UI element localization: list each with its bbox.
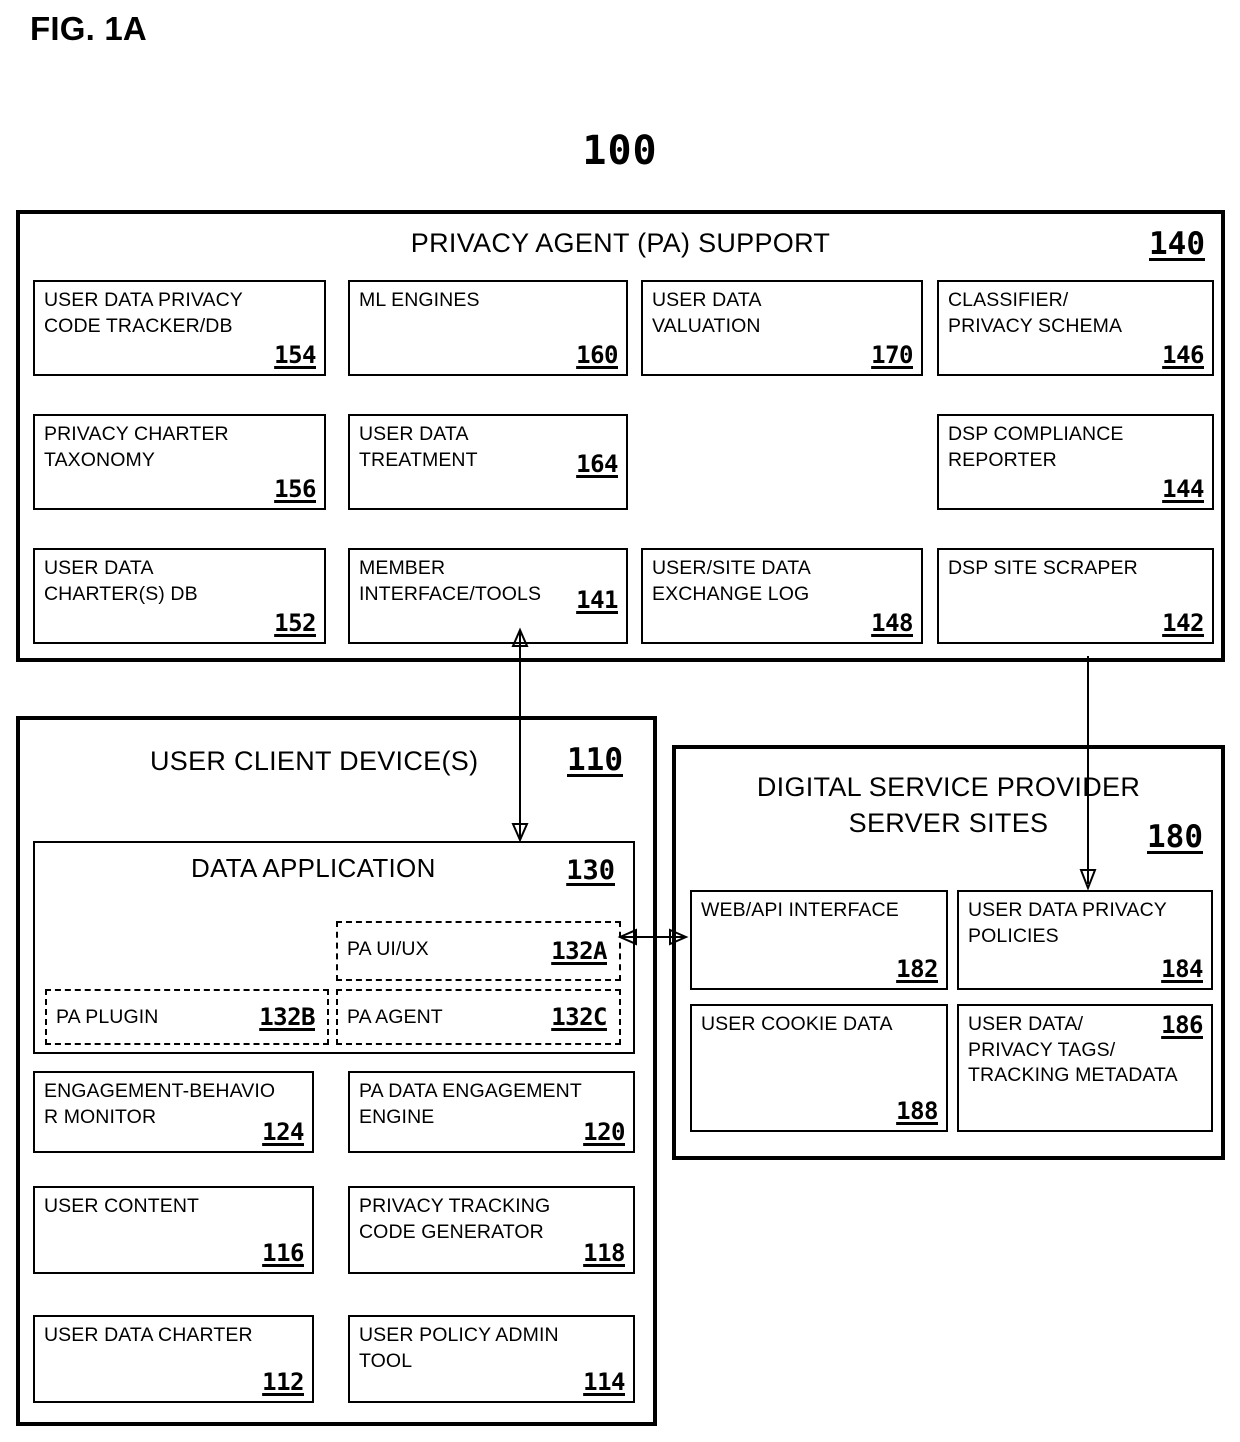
component-ref: 188 xyxy=(896,1097,938,1125)
component-ref: 120 xyxy=(583,1118,625,1146)
component-ref: 112 xyxy=(262,1368,304,1396)
component-user-policy-admin-tool[interactable]: USER POLICY ADMIN TOOL 114 xyxy=(348,1315,635,1403)
component-label: WEB/API INTERFACE xyxy=(701,899,899,921)
component-ref: 144 xyxy=(1162,475,1204,503)
component-user-site-data-exchange-log[interactable]: USER/SITE DATA EXCHANGE LOG 148 xyxy=(641,548,923,644)
user-client-device-container: USER CLIENT DEVICE(S) 110 DATA APPLICATI… xyxy=(16,716,657,1426)
component-label: USER DATA CHARTER xyxy=(44,1324,253,1346)
component-pa-plugin[interactable]: PA PLUGIN 132B xyxy=(45,989,329,1045)
component-ref: 142 xyxy=(1162,609,1204,637)
component-privacy-charter-taxonomy[interactable]: PRIVACY CHARTER TAXONOMY 156 xyxy=(33,414,326,510)
component-ref: 124 xyxy=(262,1118,304,1146)
component-ref: 132B xyxy=(259,1003,315,1031)
component-user-data-privacy-policies[interactable]: USER DATA PRIVACY POLICIES 184 xyxy=(957,890,1213,990)
component-ref: 148 xyxy=(871,609,913,637)
component-ref: 132C xyxy=(551,1003,607,1031)
component-ref: 116 xyxy=(262,1239,304,1267)
component-user-data-privacy-code-tracker-db[interactable]: USER DATA PRIVACY CODE TRACKER/DB 154 xyxy=(33,280,326,376)
component-dsp-site-scraper[interactable]: DSP SITE SCRAPER 142 xyxy=(937,548,1214,644)
component-privacy-tracking-code-generator[interactable]: PRIVACY TRACKING CODE GENERATOR 118 xyxy=(348,1186,635,1274)
component-label: ML ENGINES xyxy=(359,289,480,311)
component-engagement-behavior-monitor[interactable]: ENGAGEMENT-BEHAVIO R MONITOR 124 xyxy=(33,1071,314,1153)
data-application-container: DATA APPLICATION 130 PA UI/UX 132A PA PL… xyxy=(33,841,635,1054)
component-ref: 114 xyxy=(583,1368,625,1396)
component-user-cookie-data[interactable]: USER COOKIE DATA 188 xyxy=(690,1004,948,1132)
component-label: USER DATA PRIVACY POLICIES xyxy=(968,899,1167,947)
component-user-data-charter[interactable]: USER DATA CHARTER 112 xyxy=(33,1315,314,1403)
component-pa-agent[interactable]: PA AGENT 132C xyxy=(336,989,621,1045)
dsp-server-sites-container: DIGITAL SERVICE PROVIDER SERVER SITES 18… xyxy=(672,745,1225,1160)
component-label: DSP COMPLIANCE REPORTER xyxy=(948,423,1124,471)
component-label: USER CONTENT xyxy=(44,1195,200,1217)
data-application-ref: 130 xyxy=(566,855,615,886)
component-label: USER COOKIE DATA xyxy=(701,1013,893,1035)
dsp-server-sites-ref: 180 xyxy=(1147,819,1203,855)
component-ref: 118 xyxy=(583,1239,625,1267)
component-user-data-treatment[interactable]: USER DATA TREATMENT 164 xyxy=(348,414,628,510)
component-label: CLASSIFIER/ PRIVACY SCHEMA xyxy=(948,289,1123,337)
component-label: USER/SITE DATA EXCHANGE LOG xyxy=(652,557,811,605)
component-label: PRIVACY TRACKING CODE GENERATOR xyxy=(359,1195,551,1243)
patent-figure: FIG. 1A 100 PRIVACY AGENT (PA) SUPPORT 1… xyxy=(0,0,1240,1442)
component-label: USER POLICY ADMIN TOOL xyxy=(359,1324,559,1372)
user-client-device-title: USER CLIENT DEVICE(S) xyxy=(150,746,479,776)
component-ref: 184 xyxy=(1161,955,1203,983)
component-ref: 154 xyxy=(274,341,316,369)
data-application-title: DATA APPLICATION xyxy=(191,853,436,883)
component-label: DSP SITE SCRAPER xyxy=(948,557,1138,579)
component-pa-ui-ux[interactable]: PA UI/UX 132A xyxy=(336,921,621,981)
component-ref: 182 xyxy=(896,955,938,983)
component-ref: 141 xyxy=(576,586,618,614)
component-ref: 156 xyxy=(274,475,316,503)
component-classifier-privacy-schema[interactable]: CLASSIFIER/ PRIVACY SCHEMA 146 xyxy=(937,280,1214,376)
dsp-server-sites-title: DIGITAL SERVICE PROVIDER SERVER SITES xyxy=(756,772,1141,839)
component-user-data-valuation[interactable]: USER DATA VALUATION 170 xyxy=(641,280,923,376)
component-ref: 170 xyxy=(871,341,913,369)
component-pa-data-engagement-engine[interactable]: PA DATA ENGAGEMENT ENGINE 120 xyxy=(348,1071,635,1153)
privacy-agent-support-title: PRIVACY AGENT (PA) SUPPORT xyxy=(410,228,831,258)
component-web-api-interface[interactable]: WEB/API INTERFACE 182 xyxy=(690,890,948,990)
user-client-device-ref: 110 xyxy=(567,742,623,778)
component-user-content[interactable]: USER CONTENT 116 xyxy=(33,1186,314,1274)
privacy-agent-support-container: PRIVACY AGENT (PA) SUPPORT 140 USER DATA… xyxy=(16,210,1225,662)
component-dsp-compliance-reporter[interactable]: DSP COMPLIANCE REPORTER 144 xyxy=(937,414,1214,510)
component-ref: 164 xyxy=(576,450,618,478)
figure-number: 100 xyxy=(582,128,658,174)
component-label: USER DATA PRIVACY CODE TRACKER/DB xyxy=(44,289,243,337)
component-ml-engines[interactable]: ML ENGINES 160 xyxy=(348,280,628,376)
component-user-data-charters-db[interactable]: USER DATA CHARTER(S) DB 152 xyxy=(33,548,326,644)
component-ref: 146 xyxy=(1162,341,1204,369)
component-ref: 132A xyxy=(551,937,607,965)
component-member-interface-tools[interactable]: MEMBER INTERFACE/TOOLS 141 xyxy=(348,548,628,644)
figure-label: FIG. 1A xyxy=(30,10,147,47)
privacy-agent-support-ref: 140 xyxy=(1149,226,1205,262)
component-label: PRIVACY CHARTER TAXONOMY xyxy=(44,423,229,471)
component-label: USER DATA CHARTER(S) DB xyxy=(44,557,198,605)
component-label: USER DATA VALUATION xyxy=(652,289,762,337)
component-ref: 160 xyxy=(576,341,618,369)
component-ref: 186 xyxy=(1161,1011,1203,1039)
component-ref: 152 xyxy=(274,609,316,637)
component-user-data-privacy-tags-tracking-metadata[interactable]: USER DATA/ PRIVACY TAGS/ TRACKING METADA… xyxy=(957,1004,1213,1132)
